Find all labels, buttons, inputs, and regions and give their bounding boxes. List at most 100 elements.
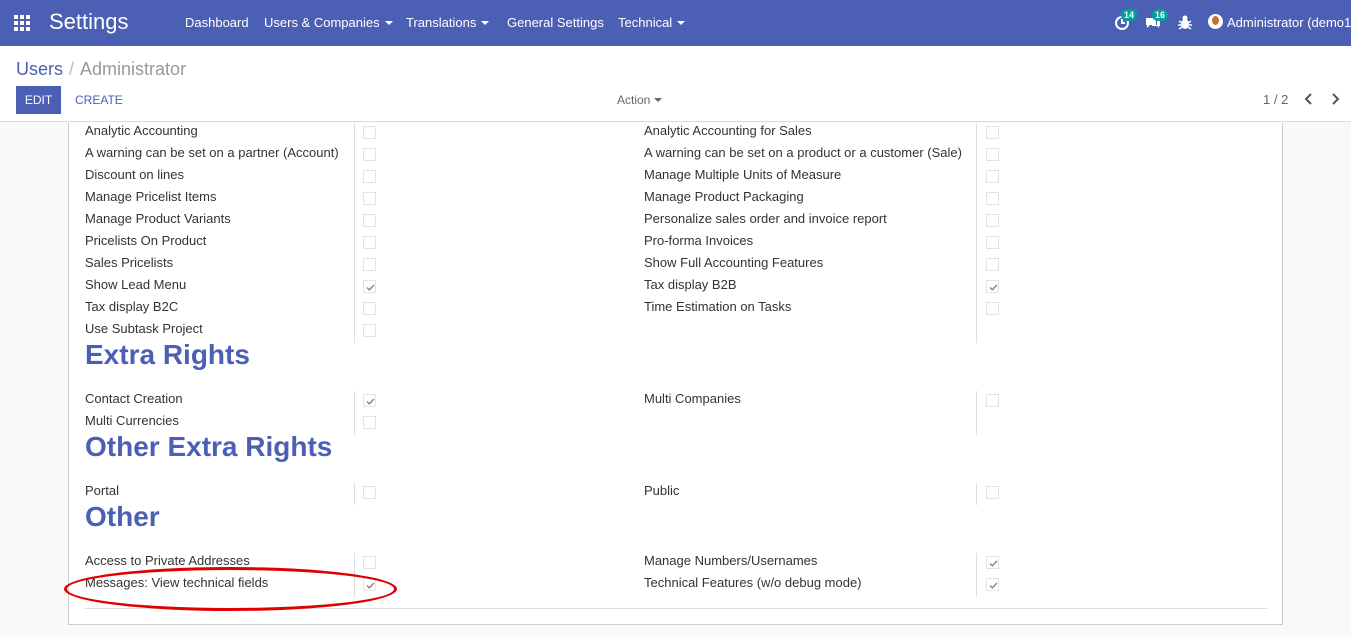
menu-general-settings[interactable]: General Settings — [507, 15, 604, 30]
pager-next-icon[interactable] — [1327, 91, 1343, 107]
field-checkbox[interactable] — [363, 170, 376, 183]
field-label: Public — [644, 483, 680, 498]
menu-label: Users & Companies — [264, 15, 380, 30]
field-label: Access to Private Addresses — [85, 553, 250, 568]
field-checkbox[interactable] — [363, 416, 376, 429]
field-checkbox[interactable] — [363, 578, 376, 591]
menu-technical[interactable]: Technical — [618, 15, 686, 30]
messages-icon[interactable]: 16 — [1144, 9, 1169, 31]
menu-dashboard[interactable]: Dashboard — [185, 15, 249, 30]
field-checkbox[interactable] — [363, 126, 376, 139]
edit-button[interactable]: EDIT — [16, 86, 61, 114]
field-checkbox[interactable] — [363, 214, 376, 227]
field-checkbox[interactable] — [986, 556, 999, 569]
field-checkbox[interactable] — [363, 258, 376, 271]
field-checkbox[interactable] — [986, 126, 999, 139]
action-label: Action — [617, 93, 651, 107]
field-column-divider — [354, 123, 355, 343]
field-label: Manage Product Variants — [85, 211, 231, 226]
field-checkbox[interactable] — [363, 192, 376, 205]
activity-badge: 14 — [1121, 9, 1138, 21]
field-checkbox[interactable] — [986, 214, 999, 227]
create-button[interactable]: CREATE — [75, 93, 123, 107]
field-label: Analytic Accounting for Sales — [644, 123, 812, 138]
field-checkbox[interactable] — [986, 394, 999, 407]
field-label: A warning can be set on a partner (Accou… — [85, 145, 339, 160]
field-label: Pricelists On Product — [85, 233, 207, 248]
field-label: Multi Companies — [644, 391, 741, 406]
field-label: Technical Features (w/o debug mode) — [644, 575, 862, 590]
form-sheet: Analytic Accounting Analytic Accounting f… — [68, 123, 1283, 625]
top-navbar: Settings Dashboard Users & Companies Tra… — [0, 0, 1351, 46]
caret-down-icon — [654, 98, 663, 102]
field-column-divider — [354, 391, 355, 435]
menu-label: General Settings — [507, 15, 604, 30]
field-checkbox[interactable] — [363, 302, 376, 315]
field-checkbox[interactable] — [986, 486, 999, 499]
field-label: Portal — [85, 483, 119, 498]
field-label: Tax display B2C — [85, 299, 179, 314]
field-checkbox[interactable] — [363, 394, 376, 407]
section-title-other: Other — [85, 501, 160, 532]
menu-users-companies[interactable]: Users & Companies — [264, 15, 393, 30]
menu-label: Technical — [618, 15, 673, 30]
field-label: Manage Pricelist Items — [85, 189, 217, 204]
divider — [85, 608, 1267, 609]
user-name: Administrator (demo1 — [1227, 15, 1351, 30]
field-column-divider — [976, 553, 977, 597]
field-checkbox[interactable] — [986, 302, 999, 315]
breadcrumb-separator: / — [69, 59, 75, 79]
field-column-divider — [976, 483, 977, 505]
field-checkbox[interactable] — [363, 148, 376, 161]
action-dropdown[interactable]: Action — [617, 93, 663, 107]
field-checkbox[interactable] — [986, 280, 999, 293]
field-checkbox[interactable] — [986, 148, 999, 161]
field-label: Show Lead Menu — [85, 277, 187, 292]
field-label: Personalize sales order and invoice repo… — [644, 211, 887, 226]
field-column-divider — [354, 483, 355, 505]
breadcrumb: Users / Administrator — [16, 59, 186, 80]
debug-bug-icon[interactable] — [1176, 13, 1194, 31]
field-label: Manage Numbers/Usernames — [644, 553, 818, 568]
field-checkbox[interactable] — [986, 236, 999, 249]
field-column-divider — [976, 123, 977, 343]
field-label: Messages: View technical fields — [85, 575, 269, 590]
field-column-divider — [354, 553, 355, 597]
field-checkbox[interactable] — [363, 236, 376, 249]
field-checkbox[interactable] — [986, 170, 999, 183]
pager-previous-icon[interactable] — [1301, 91, 1317, 107]
field-checkbox[interactable] — [363, 280, 376, 293]
field-label: Use Subtask Project — [85, 321, 203, 336]
menu-translations[interactable]: Translations — [406, 15, 490, 30]
field-label: Tax display B2B — [644, 277, 737, 292]
pager-value[interactable]: 1 / 2 — [1263, 92, 1288, 107]
field-label: Multi Currencies — [85, 413, 179, 428]
field-checkbox[interactable] — [986, 258, 999, 271]
user-menu[interactable]: Administrator (demo1 — [1208, 14, 1351, 30]
field-label: Manage Multiple Units of Measure — [644, 167, 842, 182]
field-checkbox[interactable] — [986, 192, 999, 205]
breadcrumb-users-link[interactable]: Users — [16, 59, 63, 79]
control-panel: Users / Administrator EDIT CREATE Action 1… — [0, 46, 1351, 122]
field-label: Contact Creation — [85, 391, 183, 406]
apps-menu-icon[interactable] — [14, 15, 32, 31]
section-title-extra-rights: Extra Rights — [85, 339, 250, 370]
field-checkbox[interactable] — [986, 578, 999, 591]
avatar — [1208, 14, 1223, 29]
menu-label: Translations — [406, 15, 477, 30]
messages-badge: 16 — [1152, 9, 1169, 21]
field-checkbox[interactable] — [363, 556, 376, 569]
field-checkbox[interactable] — [363, 486, 376, 499]
field-label: A warning can be set on a product or a c… — [644, 145, 962, 160]
field-column-divider — [976, 391, 977, 435]
caret-down-icon — [481, 21, 490, 25]
field-label: Analytic Accounting — [85, 123, 198, 138]
field-label: Sales Pricelists — [85, 255, 174, 270]
field-label: Pro-forma Invoices — [644, 233, 754, 248]
section-title-other-extra-rights: Other Extra Rights — [85, 431, 333, 462]
field-label: Show Full Accounting Features — [644, 255, 824, 270]
caret-down-icon — [384, 21, 393, 25]
caret-down-icon — [677, 21, 686, 25]
field-checkbox[interactable] — [363, 324, 376, 337]
activity-clock-icon[interactable]: 14 — [1113, 9, 1138, 31]
